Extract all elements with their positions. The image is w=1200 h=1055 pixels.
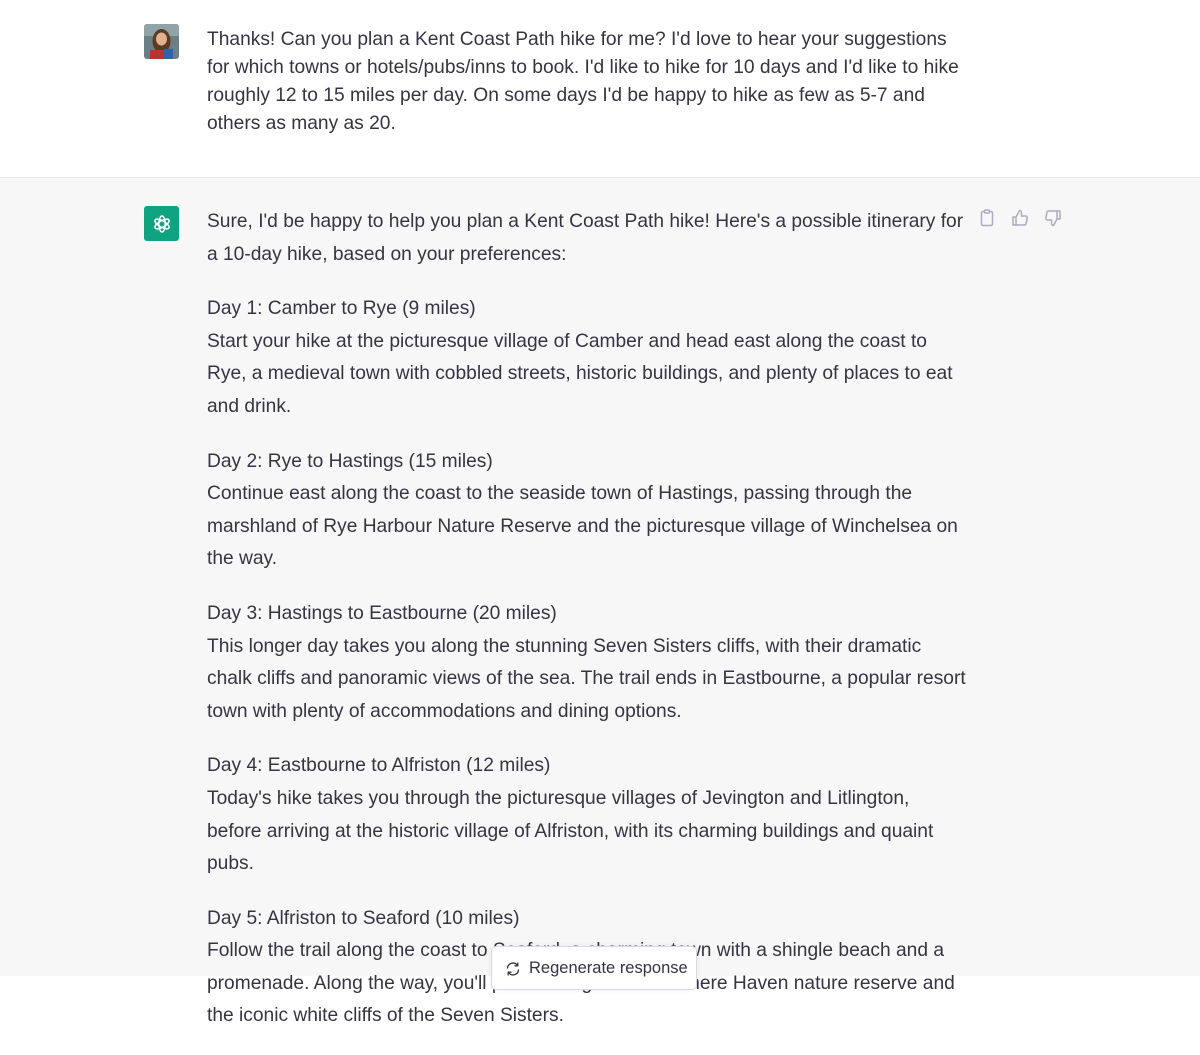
user-avatar xyxy=(144,24,179,59)
itinerary-day-body: This longer day takes you along the stun… xyxy=(207,635,966,722)
regenerate-response-button[interactable]: Regenerate response xyxy=(491,946,697,990)
itinerary-day: Day 1: Camber to Rye (9 miles) Start you… xyxy=(207,293,969,423)
itinerary-day: Day 4: Eastbourne to Alfriston (12 miles… xyxy=(207,750,969,880)
assistant-intro: Sure, I'd be happy to help you plan a Ke… xyxy=(207,211,964,265)
clipboard-icon[interactable] xyxy=(977,208,997,228)
itinerary-day-title: Day 4: Eastbourne to Alfriston (12 miles… xyxy=(207,755,551,777)
itinerary-day-title: Day 5: Alfriston to Seaford (10 miles) xyxy=(207,907,520,929)
itinerary-day-title: Day 1: Camber to Rye (9 miles) xyxy=(207,298,476,320)
user-message: Thanks! Can you plan a Kent Coast Path h… xyxy=(0,0,1200,178)
openai-logo-icon xyxy=(153,214,170,233)
itinerary-day: Day 2: Rye to Hastings (15 miles) Contin… xyxy=(207,446,969,576)
itinerary-day-body: Start your hike at the picturesque villa… xyxy=(207,330,953,417)
itinerary-day-title: Day 2: Rye to Hastings (15 miles) xyxy=(207,450,493,472)
refresh-icon xyxy=(506,962,520,976)
assistant-avatar xyxy=(144,206,179,241)
thumbs-down-icon[interactable] xyxy=(1043,208,1063,228)
message-actions xyxy=(977,208,1063,228)
itinerary-day-body: Continue east along the coast to the sea… xyxy=(207,483,958,570)
thumbs-up-icon[interactable] xyxy=(1010,208,1030,228)
itinerary-day: Day 3: Hastings to Eastbourne (20 miles)… xyxy=(207,598,969,728)
itinerary-day-title: Day 3: Hastings to Eastbourne (20 miles) xyxy=(207,602,557,624)
itinerary-day-body: Today's hike takes you through the pictu… xyxy=(207,787,934,875)
assistant-message-text: Sure, I'd be happy to help you plan a Ke… xyxy=(207,206,969,1055)
user-message-text: Thanks! Can you plan a Kent Coast Path h… xyxy=(207,29,959,134)
regenerate-response-label: Regenerate response xyxy=(529,959,688,977)
assistant-message: Sure, I'd be happy to help you plan a Ke… xyxy=(0,178,1200,1026)
